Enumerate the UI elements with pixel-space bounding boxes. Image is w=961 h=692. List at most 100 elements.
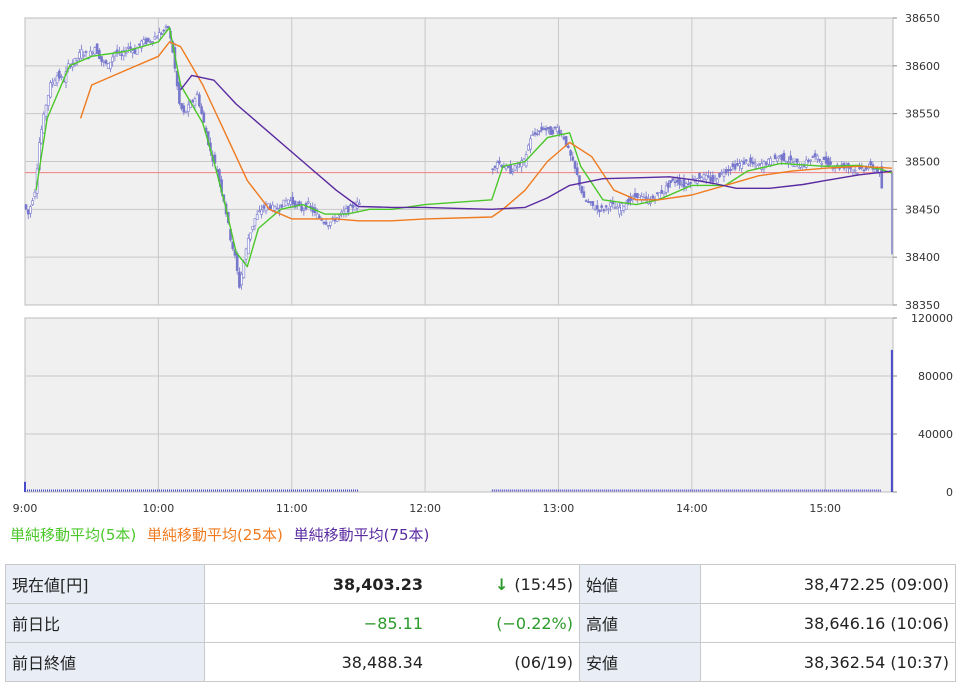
- quote-table: 現在値[円] 38,403.23 ↓ (15:45) 始値 38,472.25 (…: [5, 564, 956, 682]
- candle-body: [200, 106, 203, 114]
- candle-body: [856, 172, 859, 175]
- candle-body: [338, 214, 341, 217]
- intraday-chart: 9:00 10:00 11:00 12:00 13:00 14:00 15:00 38650 3…: [13, 12, 953, 515]
- candle-body: [742, 160, 746, 165]
- candle-body: [687, 183, 690, 186]
- candle-body: [607, 208, 610, 211]
- candle-body: [29, 206, 32, 214]
- candle-body: [347, 206, 350, 213]
- candle-body: [658, 192, 661, 199]
- volume-panel: [24, 317, 894, 493]
- down-arrow-icon: ↓: [495, 574, 509, 594]
- candle-body: [46, 95, 50, 106]
- candle-body: [75, 57, 79, 61]
- candle-body: [324, 221, 328, 225]
- volume-bar: [24, 481, 26, 492]
- time-tick-label: 10:00: [143, 502, 175, 515]
- candle-body: [129, 46, 132, 49]
- candle-body: [342, 210, 346, 214]
- candle-body: [358, 202, 361, 205]
- candle-body: [738, 163, 741, 167]
- candle-body: [246, 238, 250, 255]
- candle-body: [80, 49, 83, 59]
- candle-body: [740, 161, 744, 169]
- low-value: 38,362.54 (10:37): [700, 642, 956, 682]
- candle-body: [142, 39, 146, 45]
- candle-body: [820, 162, 824, 165]
- candle-body: [598, 209, 601, 213]
- candle-body: [555, 127, 559, 132]
- candle-body: [315, 213, 319, 219]
- legend-ma25: 単純移動平均(25本): [147, 526, 283, 544]
- candle-body: [42, 113, 46, 134]
- candle-body: [300, 205, 303, 211]
- candle-body: [595, 205, 599, 210]
- candle-body: [40, 129, 43, 144]
- price-tick-label: 38400: [905, 251, 940, 264]
- candle-body: [651, 195, 655, 199]
- candle-body: [164, 26, 168, 28]
- candle-body: [684, 183, 688, 187]
- high-value: 38,646.16 (10:06): [700, 603, 956, 643]
- candle-body: [587, 201, 590, 203]
- candle-body: [549, 126, 552, 135]
- candle-body: [818, 159, 821, 161]
- candle-body: [33, 191, 37, 197]
- candle-body: [533, 132, 537, 135]
- candle-body: [126, 47, 130, 49]
- volume-bar: [890, 349, 893, 492]
- candle-body: [58, 70, 61, 79]
- candle-body: [602, 209, 606, 212]
- candle-body: [873, 169, 877, 173]
- candle-body: [664, 185, 668, 193]
- candle-body: [144, 38, 148, 45]
- prev-close-label: 前日終値: [5, 642, 205, 682]
- candle-body: [569, 150, 572, 156]
- candle-body: [31, 200, 34, 205]
- candle-body: [493, 165, 497, 168]
- candle-body: [667, 182, 670, 188]
- candle-body: [275, 207, 279, 210]
- candle-body: [104, 60, 108, 64]
- candle-body: [824, 156, 828, 164]
- candle-body: [709, 176, 712, 182]
- candle-body: [584, 200, 588, 202]
- candle-body: [149, 41, 152, 44]
- candle-body: [669, 180, 672, 184]
- candle-body: [78, 52, 81, 59]
- candle-body: [624, 203, 628, 210]
- candle-body: [813, 153, 817, 157]
- candle-body: [193, 98, 197, 106]
- candle-body: [280, 204, 283, 208]
- candle-body: [796, 158, 799, 163]
- candle-body: [600, 205, 604, 208]
- candle-body: [153, 36, 157, 40]
- quote-row-change: 前日比 −85.11 (−0.22%) 高値 38,646.16 (10:06): [5, 603, 956, 643]
- candle-body: [862, 169, 866, 172]
- candle-body: [633, 193, 637, 198]
- candle-body: [306, 201, 310, 204]
- candle-body: [24, 204, 28, 210]
- candle-body: [540, 126, 543, 131]
- candle-body: [235, 253, 239, 271]
- candle-body: [620, 203, 624, 212]
- candle-body: [93, 47, 97, 55]
- candle-body: [562, 136, 566, 140]
- candle-body: [182, 105, 186, 113]
- candle-body: [202, 112, 206, 123]
- candle-body: [567, 145, 570, 148]
- candle-body: [829, 161, 832, 165]
- volume-tick-label: 0: [946, 486, 953, 499]
- candle-body: [260, 209, 263, 215]
- candle-body: [718, 172, 721, 178]
- price-tick-label: 38550: [905, 108, 940, 121]
- candle-body: [758, 163, 761, 165]
- candle-body: [253, 218, 257, 227]
- candle-body: [529, 138, 532, 150]
- candle-body: [515, 166, 519, 169]
- candle-body: [120, 54, 123, 56]
- candle-body: [720, 171, 724, 174]
- candle-body: [544, 127, 548, 131]
- candle-body: [242, 261, 246, 278]
- candle-body: [322, 221, 326, 224]
